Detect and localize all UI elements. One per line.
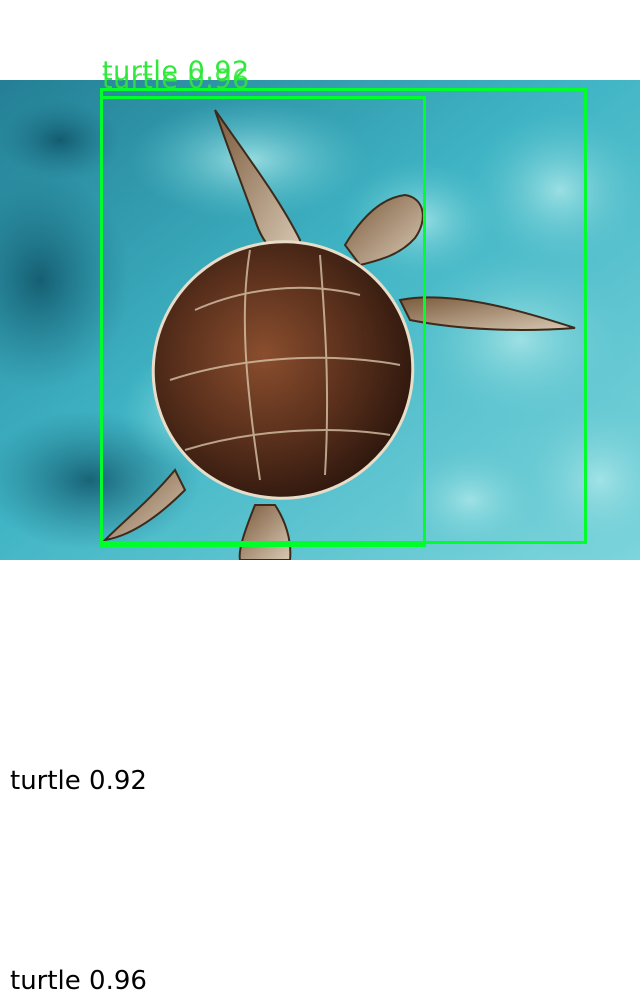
caption-detection-2: turtle 0.96 [10, 966, 147, 996]
caption-detection-1: turtle 0.92 [10, 766, 147, 796]
detection-label-0.96: turtle 0.96 [102, 64, 250, 95]
detection-box-turtle-0.96 [100, 96, 426, 547]
